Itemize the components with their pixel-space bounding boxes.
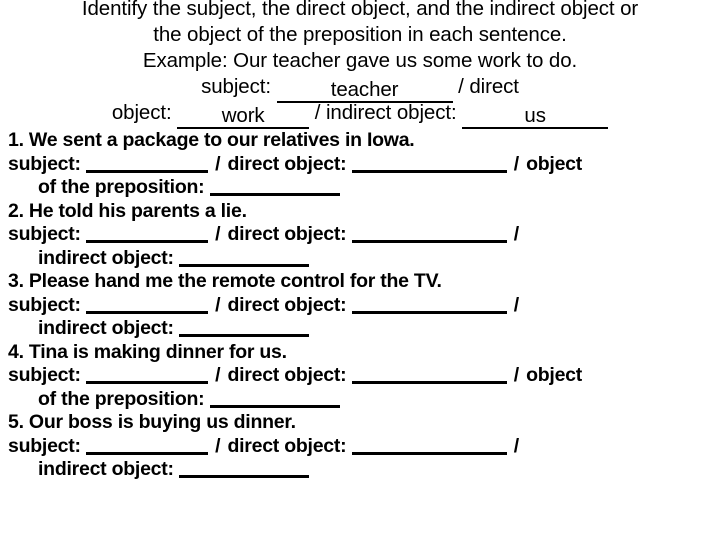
worksheet-page: Identify the subject, the direct object,… [0,0,720,540]
indirect-object-blank-2[interactable] [178,248,309,267]
exercise-answer-row-1a: subject: / direct object: / object [8,153,720,177]
subject-blank-5[interactable] [85,436,208,455]
example-answer-line-1: subject: teacher / direct [0,74,720,103]
direct-object-blank-1[interactable] [351,154,507,173]
indirect-object-label-3: indirect object: [38,317,174,339]
slash-2a: / [215,223,221,245]
subject-label-5: subject: [8,434,81,457]
object-of-preposition-label-1-part2: of the preposition: [38,176,205,198]
slash-1a: / [215,152,221,175]
exercise-prompt-4: 4. Tina is making dinner for us. [8,340,287,363]
exercise-answer-row-5b: indirect object: [8,458,720,482]
direct-object-label-2: direct object: [227,223,347,245]
object-of-preposition-blank-4[interactable] [209,389,340,408]
instructions-header: Identify the subject, the direct object,… [0,0,720,74]
example-subject-label: subject: [201,75,271,98]
slash-5a: / [215,434,221,457]
direct-object-blank-4[interactable] [351,365,507,384]
exercise-answer-row-2a: subject: / direct object: / [8,223,720,247]
exercise-answer-row-1b: of the preposition: [8,176,720,200]
subject-label-4: subject: [8,364,81,386]
slash-4a: / [215,364,221,386]
subject-blank-2[interactable] [85,224,208,243]
exercise-answer-row-5a: subject: / direct object: / [8,435,720,459]
direct-object-label-1: direct object: [227,152,347,175]
exercise-list: 1. We sent a package to our relatives in… [8,129,720,482]
example-indirect-object-answer: us [462,105,609,129]
example-direct-object-answer: work [177,105,310,129]
exercise-item-3: 3. Please hand me the remote control for… [8,270,720,341]
slash-2b: / [513,223,519,245]
direct-object-blank-2[interactable] [351,224,507,243]
object-of-preposition-label-1-part1: object [526,152,583,175]
indirect-object-blank-5[interactable] [178,459,309,478]
object-of-preposition-blank-1[interactable] [209,177,340,196]
indirect-object-blank-3[interactable] [178,318,309,337]
exercise-answer-row-2b: indirect object: [8,247,720,271]
direct-object-blank-3[interactable] [351,295,507,314]
slash-3a: / [215,293,221,316]
slash-3b: / [513,293,519,316]
indirect-object-label-5: indirect object: [38,458,174,480]
exercise-prompt-3: 3. Please hand me the remote control for… [8,270,442,292]
example-indirect-object-label: / indirect object: [314,101,457,124]
example-answer-line-2: object: work / indirect object: us [0,100,720,129]
exercise-answer-row-3b: indirect object: [8,317,720,341]
exercise-answer-row-3a: subject: / direct object: / [8,294,720,318]
instruction-line-2: the object of the preposition in each se… [153,23,567,46]
subject-blank-4[interactable] [85,365,208,384]
subject-blank-1[interactable] [85,154,208,173]
exercise-answer-row-4b: of the preposition: [8,388,720,412]
instruction-line-1: Identify the subject, the direct object,… [81,0,639,20]
example-sentence: Example: Our teacher gave us some work t… [142,49,578,72]
exercise-item-2: 2. He told his parents a lie. subject: /… [8,200,720,271]
direct-object-label-5: direct object: [227,434,347,457]
exercise-item-1: 1. We sent a package to our relatives in… [8,129,720,200]
subject-label-2: subject: [8,223,81,245]
exercise-item-5: 5. Our boss is buying us dinner. subject… [8,411,720,482]
object-of-preposition-label-4-part1: object [526,364,583,386]
example-direct-object-label-part2: object: [111,101,172,124]
subject-label-1: subject: [8,152,81,175]
exercise-answer-row-4a: subject: / direct object: / object [8,364,720,388]
object-of-preposition-label-4-part2: of the preposition: [38,387,205,410]
slash-4b: / [513,364,519,386]
example-direct-object-label-part1: / direct [458,75,519,98]
slash-1b: / [513,152,519,175]
subject-blank-3[interactable] [85,295,208,314]
exercise-prompt-1: 1. We sent a package to our relatives in… [8,129,415,151]
slash-5b: / [513,434,519,457]
direct-object-label-3: direct object: [227,293,347,316]
exercise-prompt-5: 5. Our boss is buying us dinner. [8,411,296,433]
direct-object-blank-5[interactable] [351,436,507,455]
exercise-item-4: 4. Tina is making dinner for us. subject… [8,341,720,412]
exercise-prompt-2: 2. He told his parents a lie. [8,199,247,222]
direct-object-label-4: direct object: [227,364,347,386]
indirect-object-label-2: indirect object: [38,246,174,269]
subject-label-3: subject: [8,293,81,316]
